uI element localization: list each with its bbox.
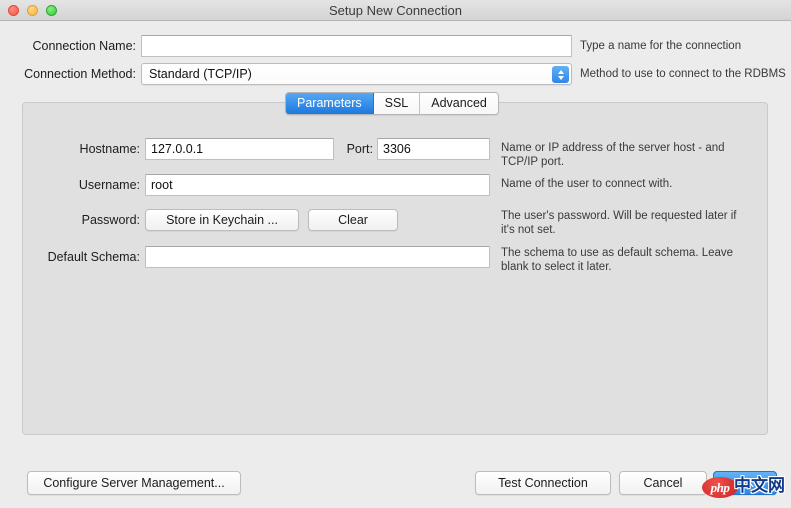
username-label-box: Username: (40, 174, 140, 196)
clear-password-button[interactable]: Clear (308, 209, 398, 231)
window-title: Setup New Connection (329, 3, 462, 18)
connection-name-label-row: Connection Name: (0, 35, 136, 57)
connection-method-label-box: Connection Method: (0, 63, 136, 85)
password-label-box: Password: (40, 209, 140, 231)
hostname-hint: Name or IP address of the server host - … (501, 142, 725, 168)
connection-name-label: Connection Name: (32, 39, 136, 53)
parameters-panel: Hostname: Port: Name or IP address of th… (22, 102, 768, 435)
default-schema-input[interactable] (145, 246, 490, 268)
chevron-up-icon (557, 69, 564, 74)
configure-server-management-button[interactable]: Configure Server Management... (27, 471, 241, 495)
ok-button[interactable]: OK (713, 471, 777, 495)
test-connection-button[interactable]: Test Connection (475, 471, 611, 495)
port-label: Port: (346, 142, 373, 156)
password-label: Password: (81, 213, 140, 227)
tab-parameters[interactable]: Parameters (286, 93, 374, 114)
tab-ssl[interactable]: SSL (373, 93, 421, 114)
connection-method-hint: Method to use to connect to the RDBMS (580, 68, 786, 80)
tab-advanced[interactable]: Advanced (420, 93, 498, 114)
connection-name-input[interactable] (141, 35, 572, 57)
tab-bar: Parameters SSL Advanced (285, 92, 499, 115)
cancel-button[interactable]: Cancel (619, 471, 707, 495)
connection-name-label-box: Connection Name: (0, 35, 136, 57)
connection-name-hint: Type a name for the connection (580, 40, 742, 52)
username-hint: Name of the user to connect with. (501, 178, 673, 190)
title-bar: Setup New Connection (0, 0, 791, 21)
password-hint: The user's password. Will be requested l… (501, 210, 737, 236)
setup-new-connection-window: Setup New Connection Connection Name: Ty… (0, 0, 791, 508)
default-schema-hint: The schema to use as default schema. Lea… (501, 247, 734, 273)
connection-method-label: Connection Method: (24, 67, 136, 81)
chevron-down-icon (557, 75, 564, 80)
connection-method-label-row: Connection Method: (0, 63, 136, 85)
hostname-label: Hostname: (79, 142, 140, 156)
chevron-updown-icon[interactable] (552, 66, 569, 83)
port-label-box: Port: (339, 138, 373, 160)
hostname-label-box: Hostname: (40, 138, 140, 160)
connection-method-value: Standard (TCP/IP) (149, 67, 252, 81)
port-input[interactable] (377, 138, 490, 160)
store-in-keychain-button[interactable]: Store in Keychain ... (145, 209, 299, 231)
connection-method-select[interactable]: Standard (TCP/IP) (141, 63, 572, 85)
default-schema-label: Default Schema: (47, 250, 140, 264)
default-schema-label-box: Default Schema: (23, 246, 140, 268)
hostname-input[interactable] (145, 138, 334, 160)
username-input[interactable] (145, 174, 490, 196)
username-label: Username: (78, 178, 140, 192)
